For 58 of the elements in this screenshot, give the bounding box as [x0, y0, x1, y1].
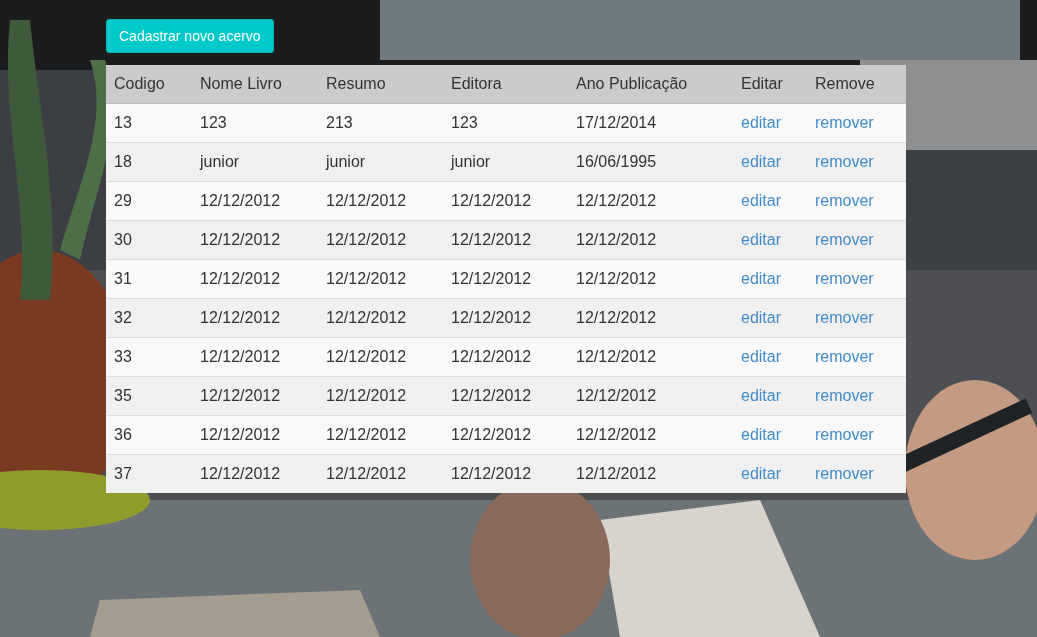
- column-header: Remove: [807, 65, 906, 104]
- table-cell: 12/12/2012: [576, 231, 657, 248]
- table-cell: 12/12/2012: [200, 387, 281, 404]
- table-cell: 12/12/2012: [451, 270, 532, 287]
- column-header: Editar: [733, 65, 807, 104]
- table-cell: 12/12/2012: [326, 387, 407, 404]
- column-header: Ano Publicação: [568, 65, 733, 104]
- table-cell: 12/12/2012: [200, 231, 281, 248]
- table-cell: 12/12/2012: [200, 270, 281, 287]
- table-cell: 12/12/2012: [451, 309, 532, 326]
- column-header: Resumo: [318, 65, 443, 104]
- table-cell: 12/12/2012: [451, 231, 532, 248]
- table-cell: 12/12/2012: [451, 426, 532, 443]
- table-cell: 12/12/2012: [200, 426, 281, 443]
- table-cell: junior: [451, 153, 491, 170]
- table-cell: 33: [114, 348, 132, 365]
- table-cell: 12/12/2012: [576, 387, 657, 404]
- table-cell: 35: [114, 387, 132, 404]
- table-cell: junior: [200, 153, 240, 170]
- table-cell: 12/12/2012: [200, 309, 281, 326]
- table-cell: 30: [114, 231, 132, 248]
- table-cell: 12/12/2012: [576, 309, 657, 326]
- table-cell: 12/12/2012: [326, 270, 407, 287]
- table-cell: 12/12/2012: [576, 426, 657, 443]
- table-cell: 12/12/2012: [200, 465, 281, 482]
- table-cell: 36: [114, 426, 132, 443]
- column-header: Editora: [443, 65, 568, 104]
- table-cell: 13: [114, 114, 132, 131]
- table-cell: 16/06/1995: [576, 153, 657, 170]
- table-cell: 12/12/2012: [326, 231, 407, 248]
- table-cell: 32: [114, 309, 132, 326]
- table-cell: 12/12/2012: [451, 348, 532, 365]
- table-cell: 12/12/2012: [576, 348, 657, 365]
- table-cell: 12/12/2012: [576, 192, 657, 209]
- table-cell: 12/12/2012: [451, 192, 532, 209]
- table-cell: 29: [114, 192, 132, 209]
- table-cell: 12/12/2012: [200, 192, 281, 209]
- table-cell: 37: [114, 465, 132, 482]
- table-cell: 12/12/2012: [576, 270, 657, 287]
- table-cell: 17/12/2014: [576, 114, 657, 131]
- column-header: Codigo: [106, 65, 192, 104]
- table-cell: 123: [200, 114, 227, 131]
- table-cell: 12/12/2012: [451, 465, 532, 482]
- column-header: Nome Livro: [192, 65, 318, 104]
- table-cell: 12/12/2012: [576, 465, 657, 482]
- table-cell: 12/12/2012: [451, 387, 532, 404]
- table-cell: 123: [451, 114, 478, 131]
- table-cell: junior: [326, 153, 366, 170]
- table-cell: 18: [114, 153, 132, 170]
- new-collection-button[interactable]: Cadastrar novo acervo: [106, 19, 274, 53]
- table-cell: 12/12/2012: [200, 348, 281, 365]
- table-cell: 213: [326, 114, 353, 131]
- table-cell: 12/12/2012: [326, 348, 407, 365]
- table-cell: 12/12/2012: [326, 309, 407, 326]
- table-cell: 12/12/2012: [326, 192, 407, 209]
- table-cell: 12/12/2012: [326, 426, 407, 443]
- table-cell: 12/12/2012: [326, 465, 407, 482]
- table-cell: 31: [114, 270, 132, 287]
